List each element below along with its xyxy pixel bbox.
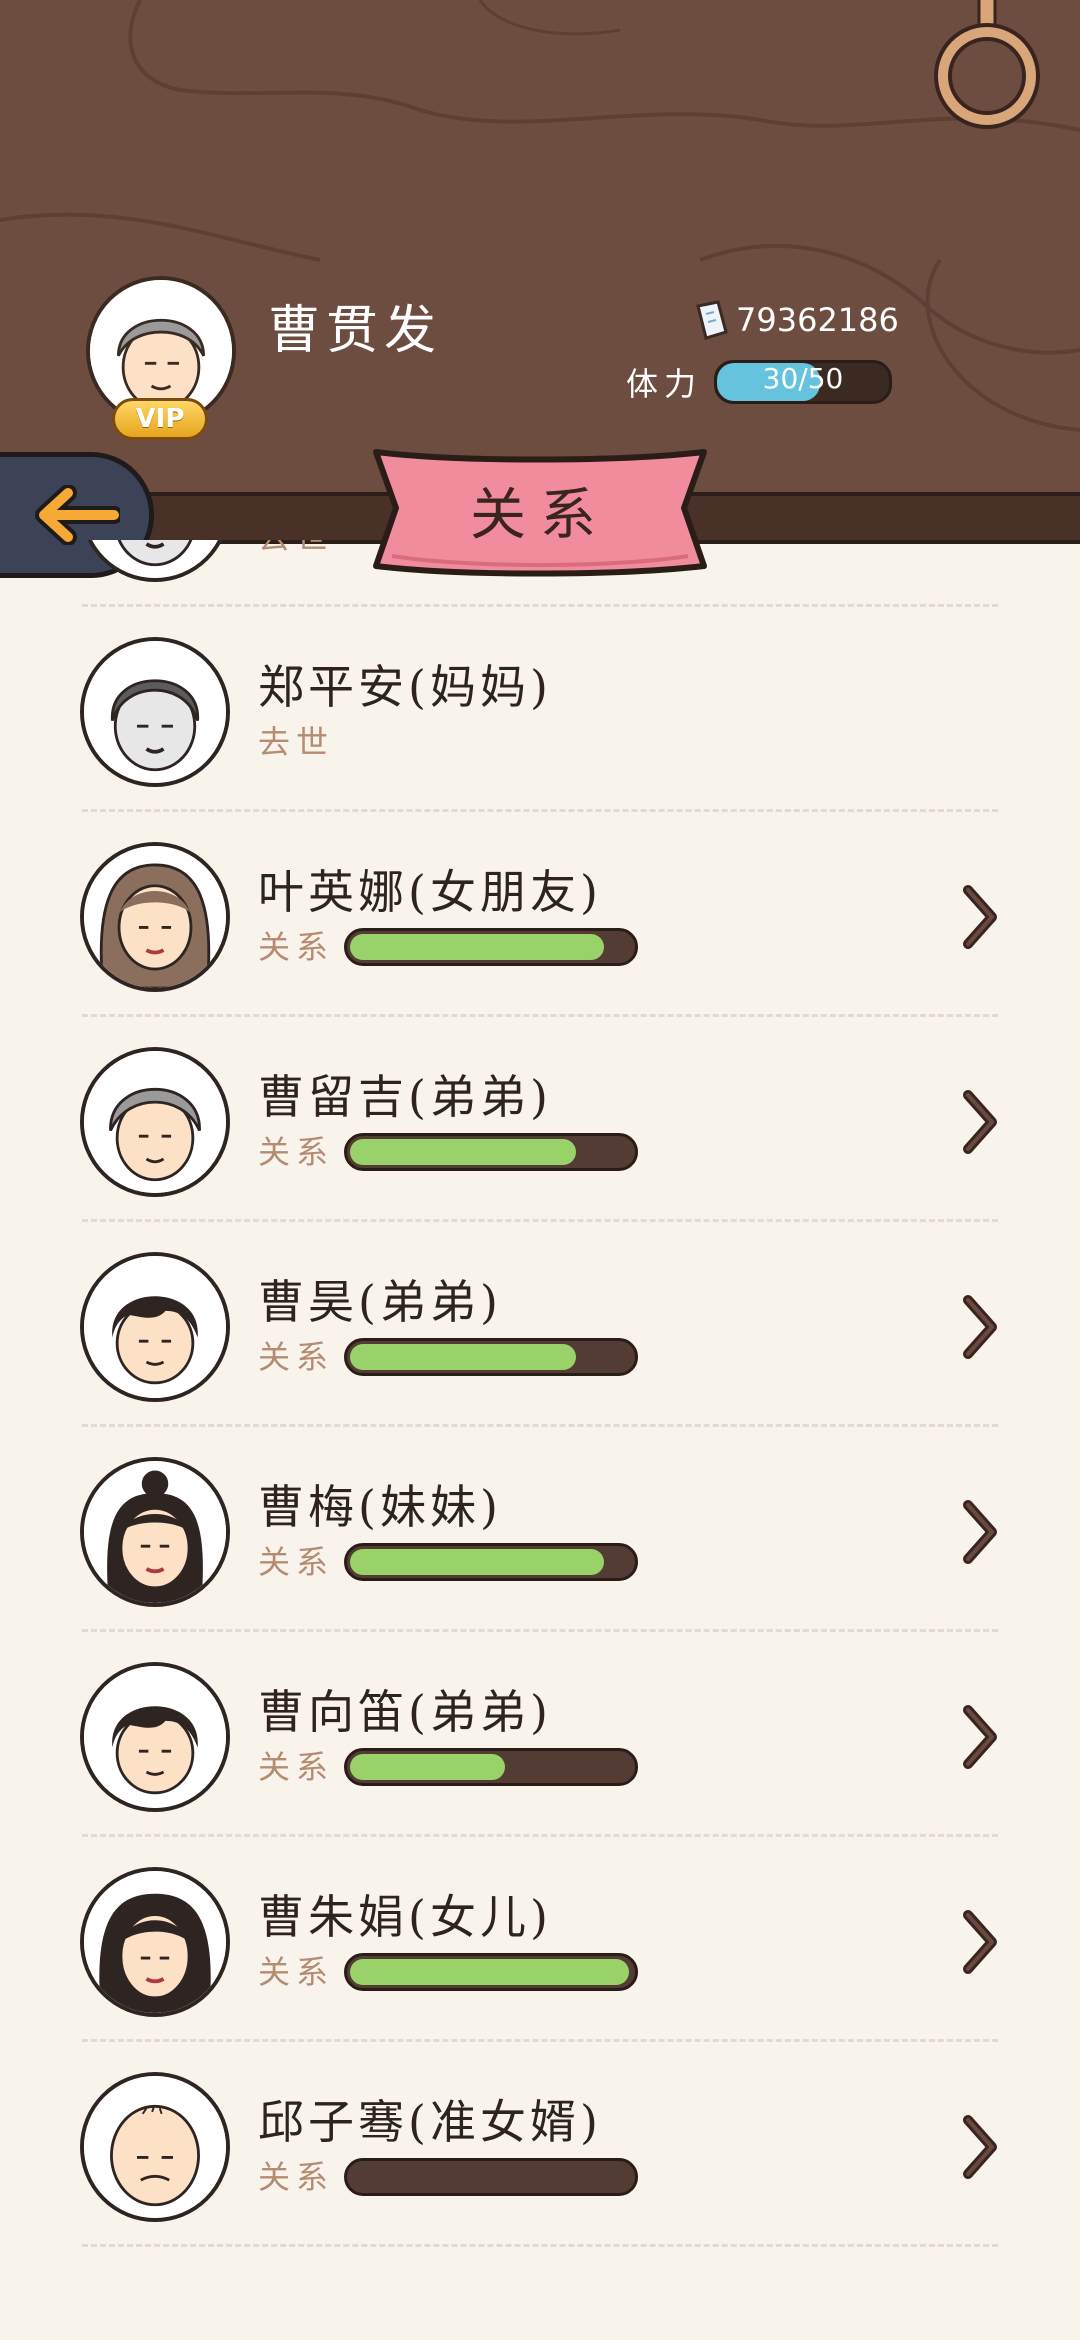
relation-name: 曹向笛(弟弟) [258,1685,552,1739]
relation-label: 关系 [258,1748,335,1786]
relation-name: 郑平安(妈妈) [258,660,552,714]
relation-name: 叶英娜(女朋友) [258,865,602,919]
chevron-right-icon[interactable] [962,1499,998,1565]
header-panel: VIP 曹贯发 79362186 体力 30/50 [0,0,1080,512]
relation-level-fill [350,1344,576,1370]
relation-level-bar [344,2158,638,2196]
relation-avatar [80,1867,230,2017]
vip-badge: VIP [112,398,208,440]
relation-avatar [80,637,230,787]
relation-label: 关系 [258,1953,335,1991]
relation-row[interactable]: 邱子骞(准女婿) 关系 [0,2042,1080,2247]
relation-row: 去世 [0,540,1080,607]
hanging-ring-icon [934,0,1040,129]
relation-row[interactable]: 曹留吉(弟弟) 关系 [0,1017,1080,1222]
portrait-icon [84,846,226,988]
relation-avatar [80,540,230,582]
relation-level-bar [344,1748,638,1786]
relation-level-fill [350,934,604,960]
portrait-icon [84,1051,226,1193]
relation-name: 曹梅(妹妹) [258,1480,502,1534]
relation-avatar [80,1457,230,1607]
stamina-display: 体力 30/50 [626,360,893,404]
currency-display: 79362186 [692,298,899,342]
relation-label: 关系 [258,928,335,966]
relation-row[interactable]: 曹朱娟(女儿) 关系 [0,1837,1080,2042]
page-title: 关系 [470,483,610,548]
player-name: 曹贯发 [268,301,443,361]
relation-name: 曹朱娟(女儿) [258,1890,552,1944]
relation-row[interactable]: 曹昊(弟弟) 关系 [0,1222,1080,1427]
relation-level-fill [350,1549,604,1575]
relation-level-bar [344,1953,638,1991]
relation-list[interactable]: 去世郑平安(妈妈)去世叶英娜(女朋友)关系曹留吉(弟弟)关系曹昊(弟弟)关系曹梅… [0,540,1080,2340]
portrait-icon [84,1666,226,1808]
portrait-icon [84,2076,226,2218]
relation-label: 关系 [258,1543,335,1581]
relation-row[interactable]: 曹向笛(弟弟) 关系 [0,1632,1080,1837]
relation-row[interactable]: 叶英娜(女朋友) 关系 [0,812,1080,1017]
chevron-right-icon[interactable] [962,884,998,950]
banknote-icon [696,300,728,340]
portrait-icon [84,641,226,783]
portrait-icon [84,1256,226,1398]
portrait-icon [84,540,226,578]
stamina-value: 30/50 [762,362,844,395]
relation-avatar [80,842,230,992]
back-arrow-icon [35,485,120,545]
relation-avatar [80,2072,230,2222]
relation-name: 曹昊(弟弟) [258,1275,502,1329]
relation-row[interactable]: 曹梅(妹妹) 关系 [0,1427,1080,1632]
relation-level-fill [350,1139,576,1165]
relation-label: 关系 [258,2158,335,2196]
chevron-right-icon[interactable] [962,1294,998,1360]
relation-level-bar [344,928,638,966]
relation-label: 关系 [258,1133,335,1171]
portrait-icon [84,1461,226,1603]
deceased-status: 去世 [258,540,334,558]
portrait-icon [84,1871,226,2013]
relation-level-bar [344,1543,638,1581]
relation-name: 邱子骞(准女婿) [258,2095,602,2149]
row-divider [82,2244,998,2247]
relation-level-bar [344,1133,638,1171]
stamina-bar: 30/50 [714,360,893,404]
relation-level-fill [350,1959,629,1985]
currency-value: 79362186 [736,301,899,339]
chevron-right-icon[interactable] [962,1089,998,1155]
relation-level-fill [350,1754,505,1780]
relation-name: 曹留吉(弟弟) [258,1070,552,1124]
relation-level-bar [344,1338,638,1376]
chevron-right-icon[interactable] [962,2114,998,2180]
chevron-right-icon[interactable] [962,1909,998,1975]
relation-label: 关系 [258,1338,335,1376]
relation-row: 郑平安(妈妈) 去世 [0,607,1080,812]
deceased-status: 去世 [258,723,335,761]
chevron-right-icon[interactable] [962,1704,998,1770]
relation-avatar [80,1252,230,1402]
stamina-label: 体力 [626,365,703,403]
relation-avatar [80,1662,230,1812]
relation-avatar [80,1047,230,1197]
